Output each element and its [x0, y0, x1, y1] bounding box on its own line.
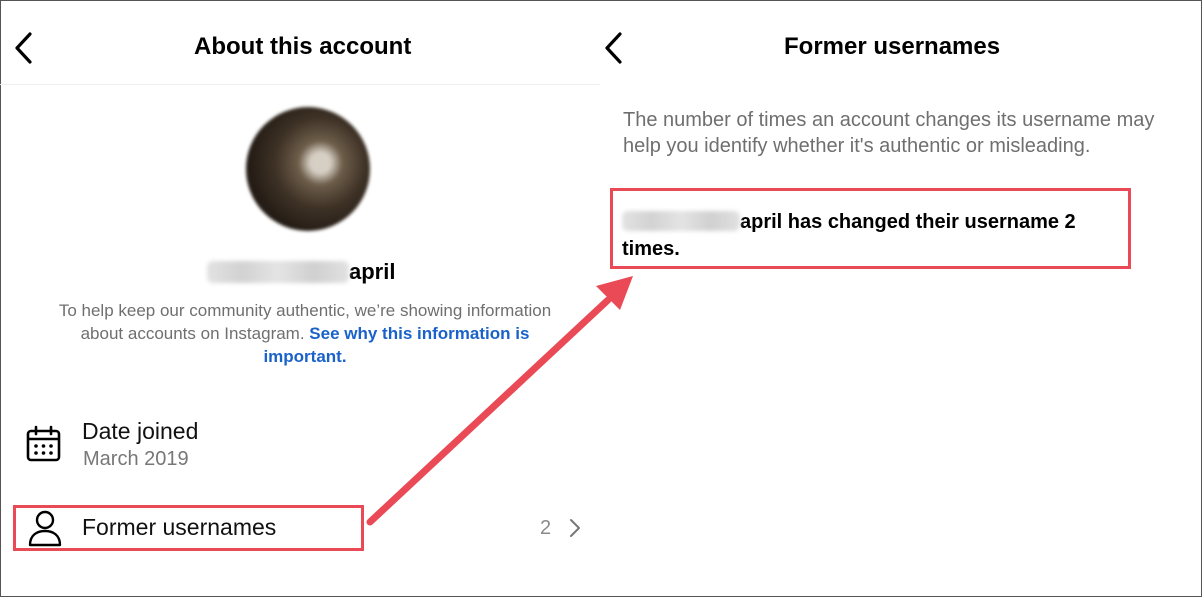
- username-suffix: april: [349, 259, 396, 284]
- former-usernames-row[interactable]: Former usernames: [0, 505, 600, 551]
- blurred-username-prefix: [622, 211, 740, 231]
- about-account-screen: About this account april To help keep ou…: [0, 0, 600, 597]
- former-usernames-screen: Former usernames The number of times an …: [600, 0, 1200, 597]
- date-joined-label: Date joined: [82, 418, 199, 444]
- username-change-text: april has changed their username 2 times…: [622, 209, 1122, 263]
- date-joined-row: Date joined March 2019: [0, 415, 600, 485]
- description-text: The number of times an account changes i…: [623, 109, 1155, 157]
- header: About this account: [0, 0, 600, 85]
- date-joined-value: March 2019: [83, 448, 189, 470]
- person-icon: [28, 510, 62, 547]
- back-arrow-icon[interactable]: [12, 30, 34, 66]
- username: april: [207, 257, 395, 287]
- blurred-username-prefix: [207, 261, 349, 283]
- avatar: [246, 107, 370, 231]
- info-text: To help keep our community authentic, we…: [40, 299, 570, 368]
- page-title: About this account: [194, 33, 412, 60]
- header: Former usernames: [600, 0, 1200, 84]
- former-usernames-label: Former usernames: [82, 514, 277, 540]
- back-arrow-icon[interactable]: [602, 30, 624, 66]
- chevron-right-icon[interactable]: [568, 517, 582, 539]
- page-title: Former usernames: [784, 33, 1001, 60]
- former-usernames-count: 2: [540, 517, 552, 539]
- calendar-icon: [26, 425, 61, 462]
